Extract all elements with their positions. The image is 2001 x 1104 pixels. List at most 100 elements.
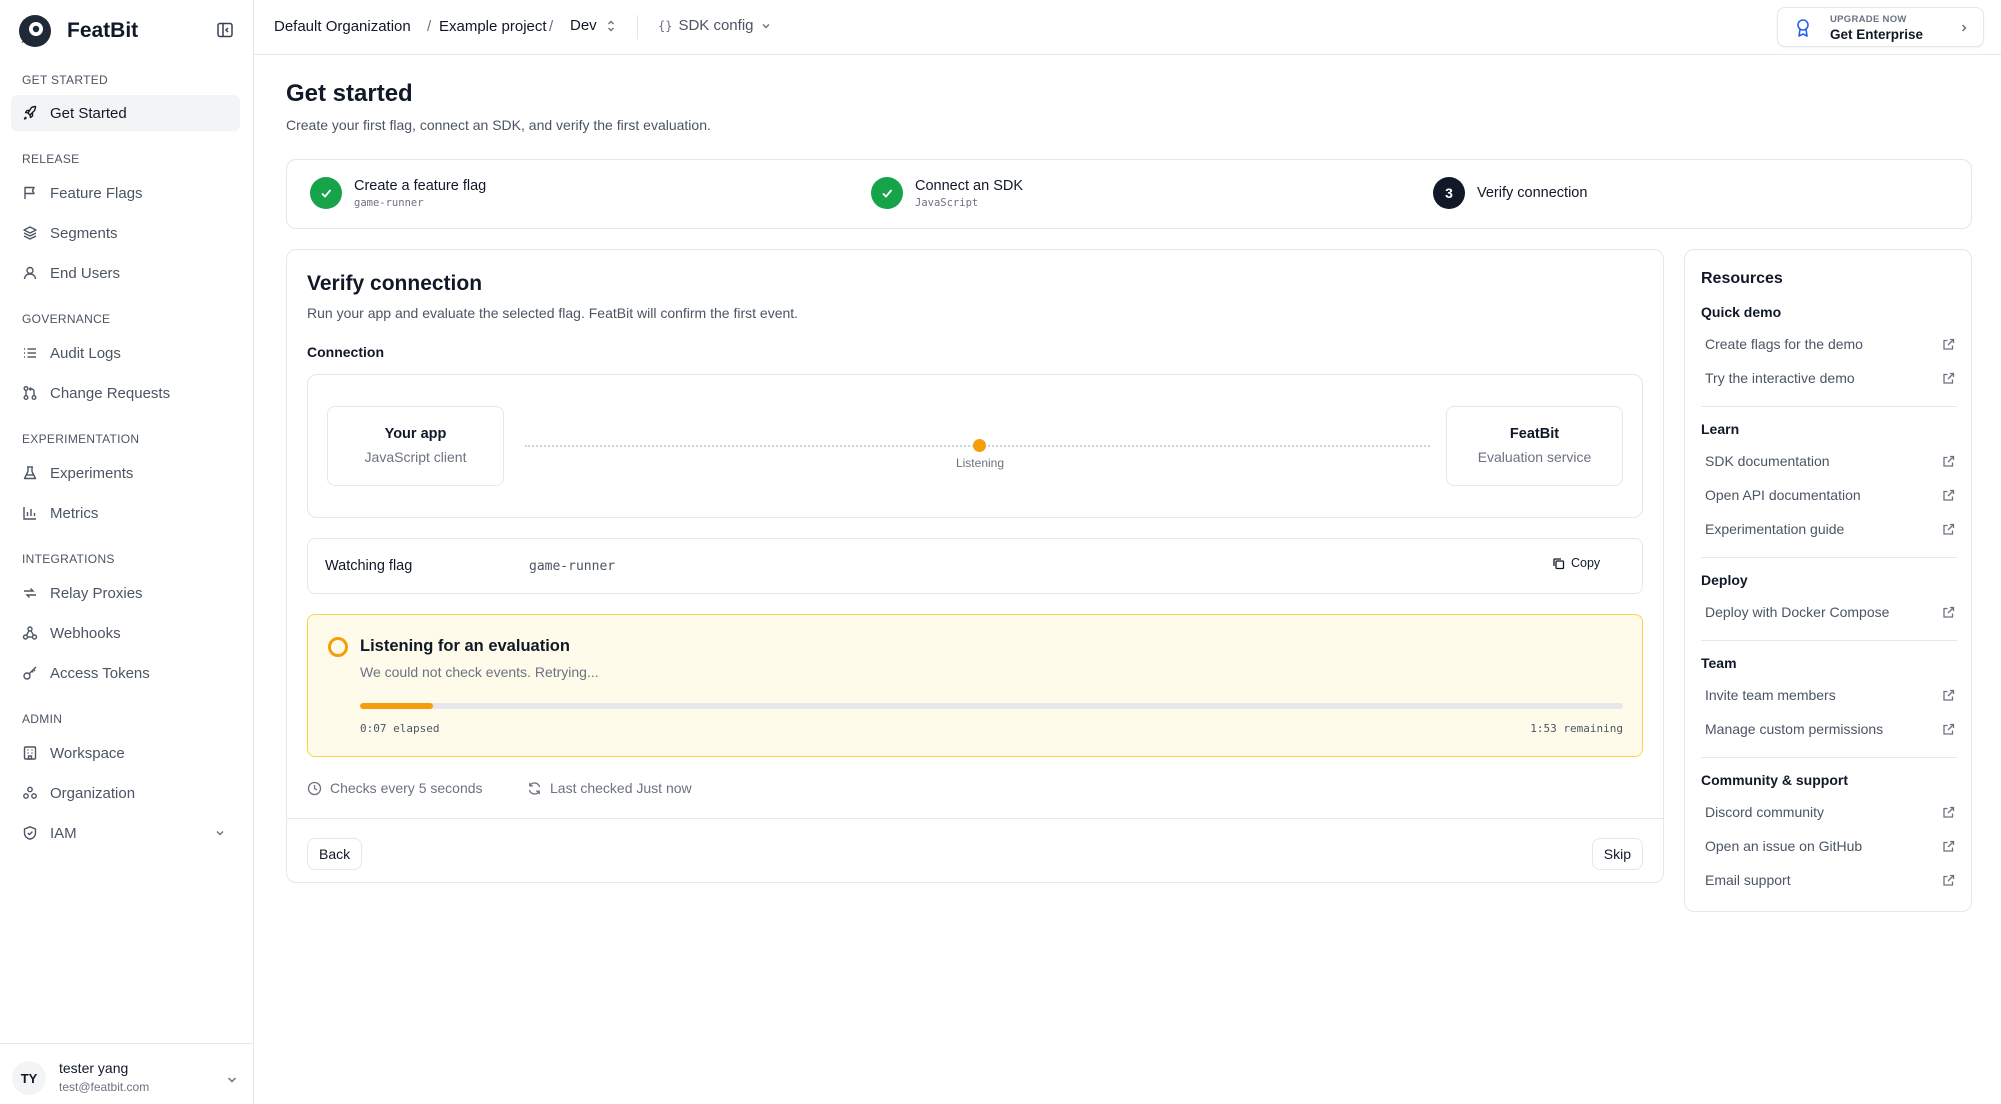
environment-selector[interactable]: Dev (570, 17, 617, 34)
connection-label: Connection (307, 344, 384, 360)
resource-link[interactable]: Manage custom permissions (1705, 717, 1955, 741)
sidebar-item-change-requests[interactable]: Change Requests (11, 375, 240, 411)
node-subtitle: Evaluation service (1477, 449, 1592, 465)
sdk-config-menu[interactable]: {} SDK config (658, 17, 772, 34)
resource-link[interactable]: Create flags for the demo (1705, 332, 1955, 356)
elapsed-time: 0:07 elapsed (360, 722, 440, 735)
award-icon (1794, 18, 1812, 38)
last-checked-text: Last checked Just now (550, 780, 692, 796)
resource-link-label: Email support (1705, 872, 1791, 888)
flag-icon (22, 185, 38, 201)
resource-group-title: Team (1701, 655, 1737, 671)
sdk-config-label: SDK config (678, 17, 754, 34)
sidebar-collapse-icon[interactable] (216, 21, 234, 39)
resource-link[interactable]: Experimentation guide (1705, 517, 1955, 541)
upgrade-enterprise-button[interactable]: UPGRADE NOW Get Enterprise (1777, 7, 1984, 47)
remaining-time: 1:53 remaining (1530, 722, 1623, 735)
external-link-icon (1942, 840, 1955, 853)
connection-status: Listening (955, 456, 1005, 470)
external-link-icon (1942, 874, 1955, 887)
sidebar-item-get-started[interactable]: Get Started (11, 95, 240, 131)
resource-link-label: Try the interactive demo (1705, 370, 1855, 386)
resource-link-label: Manage custom permissions (1705, 721, 1884, 737)
resource-link-label: Experimentation guide (1705, 521, 1845, 537)
sidebar-item-iam[interactable]: IAM (11, 815, 240, 851)
section-label-integrations: INTEGRATIONS (22, 552, 115, 566)
resource-link[interactable]: Try the interactive demo (1705, 366, 1955, 390)
step-connect-sdk[interactable]: Connect an SDK JavaScript (871, 177, 1023, 209)
sidebar-item-label: Organization (50, 784, 136, 802)
brand[interactable]: FeatBit (17, 14, 138, 48)
step-subtitle: game-runner (354, 196, 424, 209)
resource-link[interactable]: Open an issue on GitHub (1705, 834, 1955, 858)
sidebar-item-segments[interactable]: Segments (11, 215, 240, 251)
flask-icon (22, 465, 38, 481)
skip-button[interactable]: Skip (1591, 838, 1643, 870)
sidebar-item-webhooks[interactable]: Webhooks (11, 615, 240, 651)
copy-button[interactable]: Copy (1552, 556, 1600, 570)
progress-fill (360, 703, 434, 709)
loading-ring-icon (328, 637, 348, 657)
list-icon (22, 345, 38, 361)
listening-title: Listening for an evaluation (360, 637, 570, 655)
resource-group-title: Learn (1701, 421, 1740, 437)
sidebar-item-label: Feature Flags (50, 184, 143, 202)
external-link-icon (1942, 606, 1955, 619)
external-link-icon (1942, 489, 1955, 502)
divider (637, 15, 638, 39)
clock-icon (307, 781, 322, 796)
copy-icon (1552, 557, 1565, 570)
breadcrumb-project[interactable]: Example project (439, 18, 547, 35)
sidebar-item-organization[interactable]: Organization (11, 775, 240, 811)
bar-chart-icon (22, 505, 38, 521)
step-number: 3 (1433, 177, 1465, 209)
external-link-icon (1942, 689, 1955, 702)
sidebar-item-experiments[interactable]: Experiments (11, 455, 240, 491)
relay-icon (22, 585, 38, 601)
sidebar-item-relay-proxies[interactable]: Relay Proxies (11, 575, 240, 611)
upgrade-eyebrow: UPGRADE NOW (1830, 14, 1907, 25)
step-create-flag[interactable]: Create a feature flag game-runner (310, 177, 486, 209)
flag-key: game-runner (529, 559, 616, 574)
resource-link-label: Open API documentation (1705, 487, 1861, 503)
sidebar-item-audit-logs[interactable]: Audit Logs (11, 335, 240, 371)
sidebar-item-feature-flags[interactable]: Feature Flags (11, 175, 240, 211)
step-title: Connect an SDK (915, 177, 1024, 194)
chevron-down-icon[interactable] (225, 1073, 239, 1087)
breadcrumb-separator: / (549, 18, 554, 35)
sidebar-item-end-users[interactable]: End Users (11, 255, 240, 291)
sidebar-item-workspace[interactable]: Workspace (11, 735, 240, 771)
upgrade-title: Get Enterprise (1830, 27, 1924, 42)
user-email: test@featbit.com (59, 1080, 150, 1094)
page-title: Get started (286, 80, 413, 107)
resource-link[interactable]: Invite team members (1705, 683, 1955, 707)
resources-title: Resources (1701, 270, 1783, 287)
sidebar-item-label: Workspace (50, 744, 125, 762)
chevron-down-icon (214, 827, 226, 839)
resource-group-title: Deploy (1701, 572, 1748, 588)
step-verify-connection[interactable]: 3 Verify connection (1433, 177, 1587, 209)
resource-group-title: Community & support (1701, 772, 1848, 788)
external-link-icon (1942, 523, 1955, 536)
listening-message: We could not check events. Retrying... (360, 664, 599, 680)
watching-flag-label: Watching flag (325, 558, 413, 574)
layers-icon (22, 225, 38, 241)
resource-link[interactable]: Deploy with Docker Compose (1705, 600, 1955, 624)
progress-bar (360, 703, 1623, 709)
resource-link[interactable]: Discord community (1705, 800, 1955, 824)
sidebar-item-label: Metrics (50, 504, 99, 522)
sidebar-item-access-tokens[interactable]: Access Tokens (11, 655, 240, 691)
resource-link[interactable]: Email support (1705, 868, 1955, 892)
back-button[interactable]: Back (307, 838, 363, 870)
breadcrumb-organization[interactable]: Default Organization (274, 18, 411, 35)
resource-link[interactable]: Open API documentation (1705, 483, 1955, 507)
chevron-down-icon (760, 20, 772, 32)
sidebar-item-metrics[interactable]: Metrics (11, 495, 240, 531)
section-title: Verify connection (307, 272, 483, 295)
sidebar-item-label: IAM (50, 824, 77, 842)
user-menu[interactable]: TY tester yang test@featbit.com (0, 1043, 254, 1104)
sidebar-item-label: Audit Logs (50, 344, 121, 362)
resource-link[interactable]: SDK documentation (1705, 449, 1955, 473)
top-bar: Default Organization / Example project /… (254, 0, 2001, 55)
external-link-icon (1942, 723, 1955, 736)
